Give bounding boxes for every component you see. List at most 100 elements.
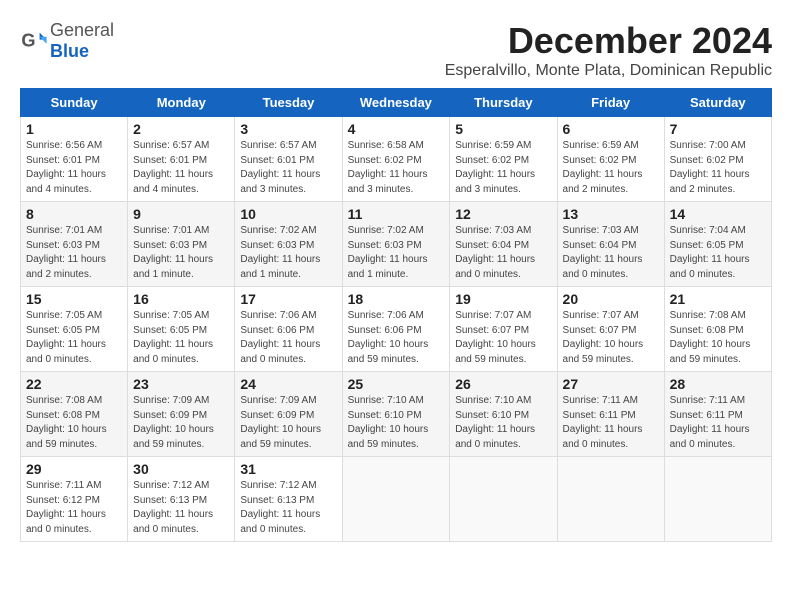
day-number: 22 [26,376,122,392]
day-number: 17 [240,291,336,307]
logo: G General Blue [20,20,114,62]
calendar-week-1: 1 Sunrise: 6:56 AM Sunset: 6:01 PM Daylig… [21,117,772,202]
day-info: Sunrise: 7:02 AM Sunset: 6:03 PM Dayligh… [348,224,445,282]
day-info: Sunrise: 7:12 AM Sunset: 6:13 PM Dayligh… [240,479,336,537]
day-info: Sunrise: 6:57 AM Sunset: 6:01 PM Dayligh… [240,139,336,197]
day-number: 27 [563,376,659,392]
logo-icon: G [20,27,48,55]
day-number: 1 [26,121,122,137]
calendar-week-4: 22 Sunrise: 7:08 AM Sunset: 6:08 PM Dayli… [21,372,772,457]
day-number: 13 [563,206,659,222]
day-info: Sunrise: 7:10 AM Sunset: 6:10 PM Dayligh… [348,394,445,452]
day-info: Sunrise: 7:11 AM Sunset: 6:11 PM Dayligh… [563,394,659,452]
day-number: 19 [455,291,551,307]
day-info: Sunrise: 7:06 AM Sunset: 6:06 PM Dayligh… [348,309,445,367]
day-number: 7 [670,121,766,137]
location-title: Esperalvillo, Monte Plata, Dominican Rep… [445,62,772,80]
calendar-table: SundayMondayTuesdayWednesdayThursdayFrid… [20,88,772,542]
calendar-cell: 1 Sunrise: 6:56 AM Sunset: 6:01 PM Daylig… [21,117,128,202]
calendar-cell: 24 Sunrise: 7:09 AM Sunset: 6:09 PM Dayli… [235,372,342,457]
day-info: Sunrise: 7:09 AM Sunset: 6:09 PM Dayligh… [240,394,336,452]
calendar-week-2: 8 Sunrise: 7:01 AM Sunset: 6:03 PM Daylig… [21,202,772,287]
calendar-cell: 3Sunrise: 6:57 AM Sunset: 6:01 PM Daylig… [235,117,342,202]
day-info: Sunrise: 7:07 AM Sunset: 6:07 PM Dayligh… [563,309,659,367]
weekday-thursday: Thursday [450,89,557,117]
weekday-sunday: Sunday [21,89,128,117]
day-number: 8 [26,206,122,222]
calendar-week-5: 29 Sunrise: 7:11 AM Sunset: 6:12 PM Dayli… [21,457,772,542]
day-info: Sunrise: 6:56 AM Sunset: 6:01 PM Dayligh… [26,139,122,197]
day-number: 9 [133,206,229,222]
day-info: Sunrise: 6:57 AM Sunset: 6:01 PM Dayligh… [133,139,229,197]
calendar-cell: 17 Sunrise: 7:06 AM Sunset: 6:06 PM Dayli… [235,287,342,372]
svg-text:G: G [21,31,35,51]
day-info: Sunrise: 7:04 AM Sunset: 6:05 PM Dayligh… [670,224,766,282]
calendar-cell: 8Sunrise: 7:01 AM Sunset: 6:03 PM Daylig… [21,202,128,287]
month-title: December 2024 [445,20,772,62]
day-info: Sunrise: 7:00 AM Sunset: 6:02 PM Dayligh… [670,139,766,197]
calendar-cell [342,457,450,542]
weekday-friday: Friday [557,89,664,117]
day-number: 29 [26,461,122,477]
day-number: 28 [670,376,766,392]
day-number: 6 [563,121,659,137]
calendar-cell: 15 Sunrise: 7:05 AM Sunset: 6:05 PM Dayli… [21,287,128,372]
day-info: Sunrise: 7:03 AM Sunset: 6:04 PM Dayligh… [455,224,551,282]
day-info: Sunrise: 7:08 AM Sunset: 6:08 PM Dayligh… [670,309,766,367]
day-info: Sunrise: 7:03 AM Sunset: 6:04 PM Dayligh… [563,224,659,282]
day-number: 24 [240,376,336,392]
calendar-cell: 19 Sunrise: 7:07 AM Sunset: 6:07 PM Dayli… [450,287,557,372]
title-section: December 2024 Esperalvillo, Monte Plata,… [445,20,772,80]
day-info: Sunrise: 7:10 AM Sunset: 6:10 PM Dayligh… [455,394,551,452]
day-number: 31 [240,461,336,477]
calendar-cell: 2 Sunrise: 6:57 AM Sunset: 6:01 PM Daylig… [128,117,235,202]
day-number: 12 [455,206,551,222]
day-number: 10 [240,206,336,222]
calendar-cell: 31 Sunrise: 7:12 AM Sunset: 6:13 PM Dayli… [235,457,342,542]
calendar-cell: 12 Sunrise: 7:03 AM Sunset: 6:04 PM Dayli… [450,202,557,287]
calendar-cell: 7 Sunrise: 7:00 AM Sunset: 6:02 PM Daylig… [664,117,771,202]
day-number: 21 [670,291,766,307]
calendar-cell: 22 Sunrise: 7:08 AM Sunset: 6:08 PM Dayli… [21,372,128,457]
day-number: 2 [133,121,229,137]
day-number: 14 [670,206,766,222]
calendar-cell: 28Sunrise: 7:11 AM Sunset: 6:11 PM Dayli… [664,372,771,457]
calendar-cell: 20Sunrise: 7:07 AM Sunset: 6:07 PM Dayli… [557,287,664,372]
day-info: Sunrise: 7:05 AM Sunset: 6:05 PM Dayligh… [26,309,122,367]
day-info: Sunrise: 7:08 AM Sunset: 6:08 PM Dayligh… [26,394,122,452]
calendar-cell: 4Sunrise: 6:58 AM Sunset: 6:02 PM Daylig… [342,117,450,202]
day-info: Sunrise: 7:06 AM Sunset: 6:06 PM Dayligh… [240,309,336,367]
calendar-cell: 25 Sunrise: 7:10 AM Sunset: 6:10 PM Dayli… [342,372,450,457]
day-number: 16 [133,291,229,307]
calendar-cell [557,457,664,542]
day-info: Sunrise: 6:58 AM Sunset: 6:02 PM Dayligh… [348,139,445,197]
logo-general-text: General [50,20,114,40]
day-number: 26 [455,376,551,392]
day-number: 15 [26,291,122,307]
calendar-cell: 5Sunrise: 6:59 AM Sunset: 6:02 PM Daylig… [450,117,557,202]
calendar-cell: 21 Sunrise: 7:08 AM Sunset: 6:08 PM Dayli… [664,287,771,372]
calendar-cell: 27 Sunrise: 7:11 AM Sunset: 6:11 PM Dayli… [557,372,664,457]
day-info: Sunrise: 6:59 AM Sunset: 6:02 PM Dayligh… [455,139,551,197]
weekday-wednesday: Wednesday [342,89,450,117]
day-number: 25 [348,376,445,392]
calendar-cell: 6Sunrise: 6:59 AM Sunset: 6:02 PM Daylig… [557,117,664,202]
calendar-cell: 16 Sunrise: 7:05 AM Sunset: 6:05 PM Dayli… [128,287,235,372]
page-header: G General Blue December 2024 Esperalvill… [20,20,772,80]
day-info: Sunrise: 7:07 AM Sunset: 6:07 PM Dayligh… [455,309,551,367]
day-info: Sunrise: 7:01 AM Sunset: 6:03 PM Dayligh… [133,224,229,282]
calendar-cell: 26 Sunrise: 7:10 AM Sunset: 6:10 PM Dayli… [450,372,557,457]
day-info: Sunrise: 7:02 AM Sunset: 6:03 PM Dayligh… [240,224,336,282]
calendar-cell [450,457,557,542]
calendar-cell: 29 Sunrise: 7:11 AM Sunset: 6:12 PM Dayli… [21,457,128,542]
day-info: Sunrise: 7:12 AM Sunset: 6:13 PM Dayligh… [133,479,229,537]
day-info: Sunrise: 7:11 AM Sunset: 6:12 PM Dayligh… [26,479,122,537]
weekday-tuesday: Tuesday [235,89,342,117]
calendar-cell: 13 Sunrise: 7:03 AM Sunset: 6:04 PM Dayli… [557,202,664,287]
calendar-cell: 18Sunrise: 7:06 AM Sunset: 6:06 PM Dayli… [342,287,450,372]
weekday-header-row: SundayMondayTuesdayWednesdayThursdayFrid… [21,89,772,117]
calendar-cell: 23Sunrise: 7:09 AM Sunset: 6:09 PM Dayli… [128,372,235,457]
day-info: Sunrise: 7:05 AM Sunset: 6:05 PM Dayligh… [133,309,229,367]
day-number: 30 [133,461,229,477]
calendar-cell: 9 Sunrise: 7:01 AM Sunset: 6:03 PM Daylig… [128,202,235,287]
